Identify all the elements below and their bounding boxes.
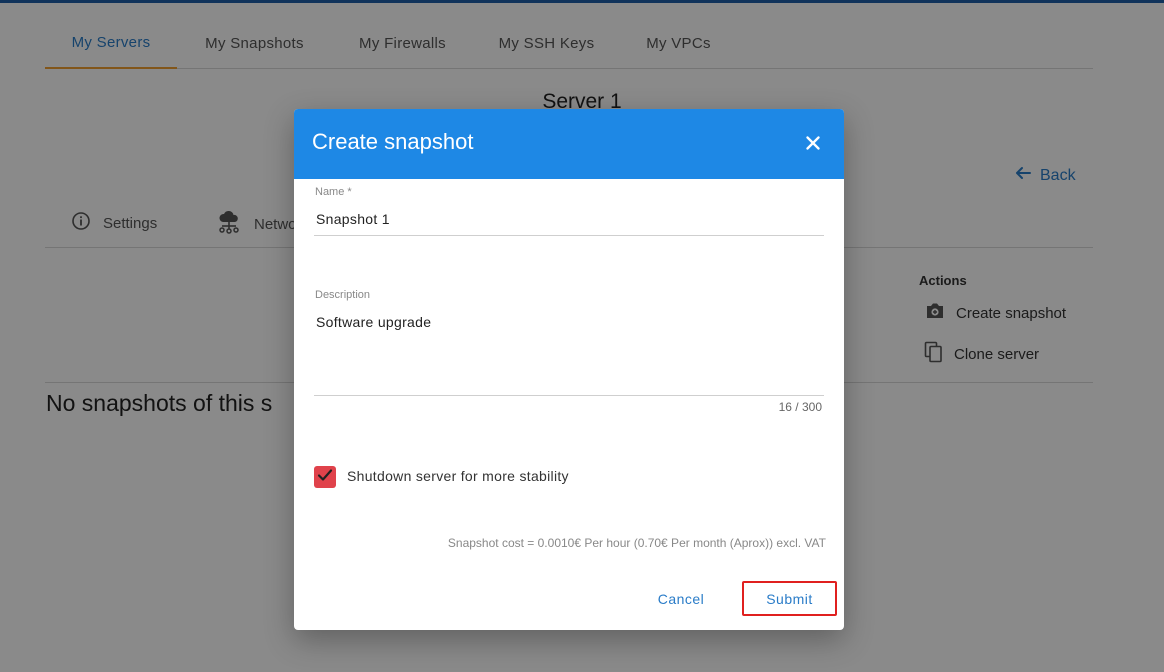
name-field[interactable]: Snapshot 1 bbox=[316, 211, 390, 227]
dialog-title: Create snapshot bbox=[312, 129, 474, 154]
close-icon bbox=[806, 135, 820, 155]
description-field[interactable]: Software upgrade bbox=[316, 314, 431, 330]
snapshot-cost-text: Snapshot cost = 0.0010€ Per hour (0.70€ … bbox=[447, 536, 826, 550]
description-field-label: Description bbox=[315, 289, 371, 301]
name-field-label: Name * bbox=[315, 186, 352, 198]
name-field-underline bbox=[314, 235, 824, 236]
shutdown-checkbox[interactable] bbox=[314, 466, 336, 488]
character-counter: 16 / 300 bbox=[778, 400, 822, 414]
submit-button[interactable]: Submit bbox=[742, 581, 837, 616]
shutdown-checkbox-label[interactable]: Shutdown server for more stability bbox=[347, 468, 569, 484]
create-snapshot-dialog: Create snapshot Name * Snapshot 1 Descri… bbox=[294, 109, 844, 630]
cancel-button[interactable]: Cancel bbox=[646, 584, 716, 614]
dialog-header: Create snapshot bbox=[294, 109, 844, 179]
description-field-underline bbox=[314, 395, 824, 396]
checkmark-icon bbox=[317, 468, 333, 487]
close-button[interactable] bbox=[799, 131, 827, 159]
